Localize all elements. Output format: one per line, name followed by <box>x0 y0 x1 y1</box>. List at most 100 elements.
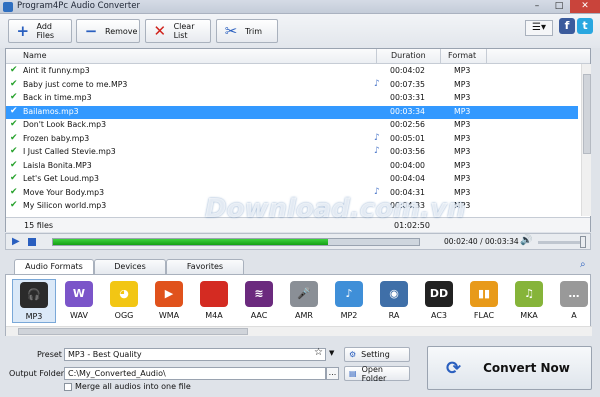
format-item-ogg[interactable]: ◕ OGG <box>102 279 146 323</box>
stop-icon[interactable] <box>28 238 36 246</box>
file-duration: 00:03:56 <box>390 147 426 156</box>
file-name: Move Your Body.mp3 <box>23 187 105 197</box>
check-icon[interactable]: ✔ <box>10 146 18 156</box>
check-icon[interactable]: ✔ <box>10 133 18 143</box>
list-view-icon[interactable]: ☰▾ <box>525 20 553 36</box>
plus-icon: + <box>16 22 30 40</box>
preset-select[interactable]: MP3 - Best Quality <box>64 348 326 361</box>
check-icon[interactable]: ✔ <box>10 200 18 210</box>
format-item-a[interactable]: … A <box>552 279 596 323</box>
format-item-ac3[interactable]: DD AC3 <box>417 279 461 323</box>
check-icon[interactable]: ✔ <box>10 119 18 129</box>
clear-list-label: Clear List <box>173 22 195 40</box>
volume-handle[interactable] <box>580 236 586 248</box>
format-item-mka[interactable]: ♫ MKA <box>507 279 551 323</box>
file-duration: 00:03:34 <box>390 106 426 116</box>
file-format: MP3 <box>454 66 471 75</box>
merge-checkbox[interactable] <box>64 383 72 391</box>
check-icon[interactable]: ✔ <box>10 106 18 116</box>
format-item-amr[interactable]: 🎤 AMR <box>282 279 326 323</box>
format-label: AC3 <box>430 311 447 320</box>
check-icon[interactable]: ✔ <box>10 79 18 89</box>
file-name: Back in time.mp3 <box>23 93 92 102</box>
table-row[interactable]: ✔ I Just Called Stevie.mp3 ♪ 00:03:56 MP3 <box>6 146 578 159</box>
player-bar: ▶ 00:02:40 / 00:03:34 🔊 <box>5 233 591 250</box>
remove-button[interactable]: − Remove <box>76 19 140 43</box>
format-label: MKA <box>520 311 538 320</box>
output-folder-input[interactable]: C:\My_Converted_Audio\ <box>64 367 326 380</box>
table-row[interactable]: ✔ Back in time.mp3 00:03:31 MP3 <box>6 92 578 105</box>
format-label: WAV <box>70 311 88 320</box>
format-icon: ♫ <box>515 281 543 307</box>
check-icon[interactable]: ✔ <box>10 187 18 197</box>
chevron-down-icon[interactable]: ▼ <box>329 349 334 357</box>
format-list: 🎧 MP3 W WAV ◕ OGG ▶ WMA M4A ≋ AAC 🎤 AMR ♪ MP2 ◉ RA DD AC3 ▮… <box>6 275 590 327</box>
file-format: MP3 <box>454 160 471 170</box>
format-panel: 🎧 MP3 W WAV ◕ OGG ▶ WMA M4A ≋ AAC 🎤 AMR ♪ MP2 ◉ RA DD AC3 ▮… <box>5 274 592 336</box>
tab-devices[interactable]: Devices <box>94 259 166 275</box>
file-format: MP3 <box>454 174 471 183</box>
play-icon[interactable]: ▶ <box>12 236 20 247</box>
volume-icon[interactable]: 🔊 <box>520 235 532 246</box>
format-label: WMA <box>158 311 180 320</box>
trim-button[interactable]: ✂ Trim <box>216 19 278 43</box>
col-format[interactable]: Format <box>448 51 476 60</box>
file-name: Don't Look Back.mp3 <box>23 120 107 129</box>
table-row[interactable]: ✔ Don't Look Back.mp3 00:02:56 MP3 <box>6 119 578 132</box>
progress-bar[interactable] <box>52 238 420 246</box>
table-row[interactable]: ✔ Aint it funny.mp3 00:04:02 MP3 <box>6 65 578 78</box>
col-duration[interactable]: Duration <box>391 51 426 60</box>
format-icon: ♪ <box>335 281 363 307</box>
list-header: Name Duration Format <box>6 49 590 64</box>
table-row[interactable]: ✔ Frozen baby.mp3 ♪ 00:05:01 MP3 <box>6 133 578 146</box>
check-icon[interactable]: ✔ <box>10 173 18 183</box>
star-icon[interactable]: ☆ <box>314 347 323 358</box>
table-row[interactable]: ✔ Let's Get Loud.mp3 00:04:04 MP3 <box>6 173 578 186</box>
file-duration: 00:04:04 <box>390 174 426 183</box>
table-row[interactable]: ✔ Laisla Bonita.MP3 00:04:00 MP3 <box>6 160 578 173</box>
browse-button[interactable]: ... <box>326 367 339 380</box>
format-item-mp3[interactable]: 🎧 MP3 <box>12 279 56 323</box>
file-duration: 00:04:00 <box>390 160 426 170</box>
table-row[interactable]: ✔ Baby just come to me.MP3 ♪ 00:07:35 MP3 <box>6 79 578 92</box>
table-row[interactable]: ✔ Bailamos.mp3 00:03:34 MP3 <box>6 105 578 119</box>
volume-slider[interactable] <box>538 241 582 244</box>
format-tabs: Audio Formats Devices Favorites ⌕ <box>0 255 600 276</box>
file-name: My Silicon world.mp3 <box>23 201 107 210</box>
maximize-button[interactable]: □ <box>548 0 570 13</box>
scroll-thumb[interactable] <box>18 328 248 335</box>
twitter-icon[interactable]: t <box>577 18 593 34</box>
file-format: MP3 <box>454 79 471 89</box>
format-scrollbar[interactable] <box>6 326 592 336</box>
convert-now-button[interactable]: ⟳ Convert Now <box>427 346 592 390</box>
format-label: MP2 <box>340 311 358 320</box>
format-item-wav[interactable]: W WAV <box>57 279 101 323</box>
format-label: RA <box>388 311 400 320</box>
tab-favorites[interactable]: Favorites <box>166 259 244 275</box>
music-note-icon: ♪ <box>374 78 380 89</box>
file-format: MP3 <box>454 147 471 156</box>
setting-button[interactable]: ⚙ Setting <box>344 347 410 362</box>
scroll-thumb[interactable] <box>583 74 591 154</box>
file-duration: 00:05:01 <box>390 133 426 143</box>
check-icon[interactable]: ✔ <box>10 92 18 102</box>
format-item-m4a[interactable]: M4A <box>192 279 236 323</box>
check-icon[interactable]: ✔ <box>10 160 18 170</box>
search-icon[interactable]: ⌕ <box>580 259 586 270</box>
format-label: AAC <box>250 311 268 320</box>
list-scrollbar[interactable] <box>581 64 591 216</box>
scissors-icon: ✂ <box>224 22 238 40</box>
clear-list-button[interactable]: ✕ Clear List <box>145 19 211 43</box>
close-button[interactable]: ✕ <box>570 0 600 13</box>
minimize-button[interactable]: – <box>526 0 548 13</box>
format-item-wma[interactable]: ▶ WMA <box>147 279 191 323</box>
format-item-aac[interactable]: ≋ AAC <box>237 279 281 323</box>
format-item-mp2[interactable]: ♪ MP2 <box>327 279 371 323</box>
format-item-ra[interactable]: ◉ RA <box>372 279 416 323</box>
col-name[interactable]: Name <box>23 51 47 60</box>
facebook-icon[interactable]: f <box>559 18 575 34</box>
open-folder-button[interactable]: ▤ Open Folder <box>344 365 410 383</box>
check-icon[interactable]: ✔ <box>10 65 18 75</box>
add-files-button[interactable]: + Add Files <box>8 19 72 43</box>
format-item-flac[interactable]: ▮▮ FLAC <box>462 279 506 323</box>
